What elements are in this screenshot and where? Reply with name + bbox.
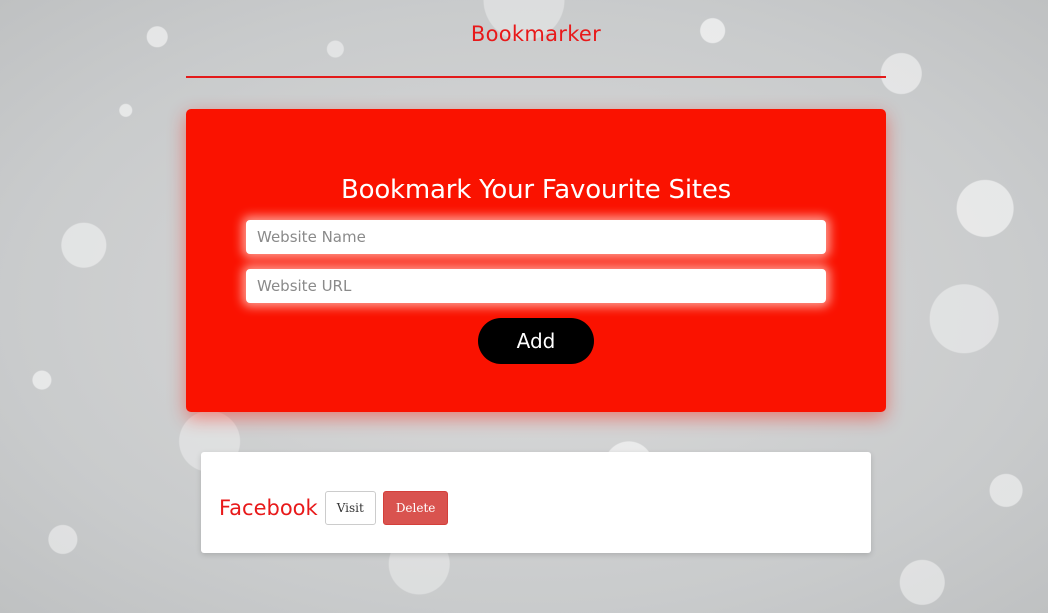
website-url-input[interactable] [246,269,826,303]
form-heading: Bookmark Your Favourite Sites [340,175,732,205]
bookmark-list-card: Facebook Visit Delete [201,452,871,553]
visit-button[interactable]: Visit [324,491,376,525]
add-button[interactable]: Add [478,318,594,364]
title-divider [186,76,886,78]
bookmark-form-card: Bookmark Your Favourite Sites Add [186,109,886,412]
website-name-input[interactable] [246,220,826,254]
bookmark-name: Facebook [219,496,318,520]
bookmark-item: Facebook Visit Delete [219,491,449,525]
delete-button[interactable]: Delete [382,491,449,525]
app-title: Bookmarker [470,22,602,46]
